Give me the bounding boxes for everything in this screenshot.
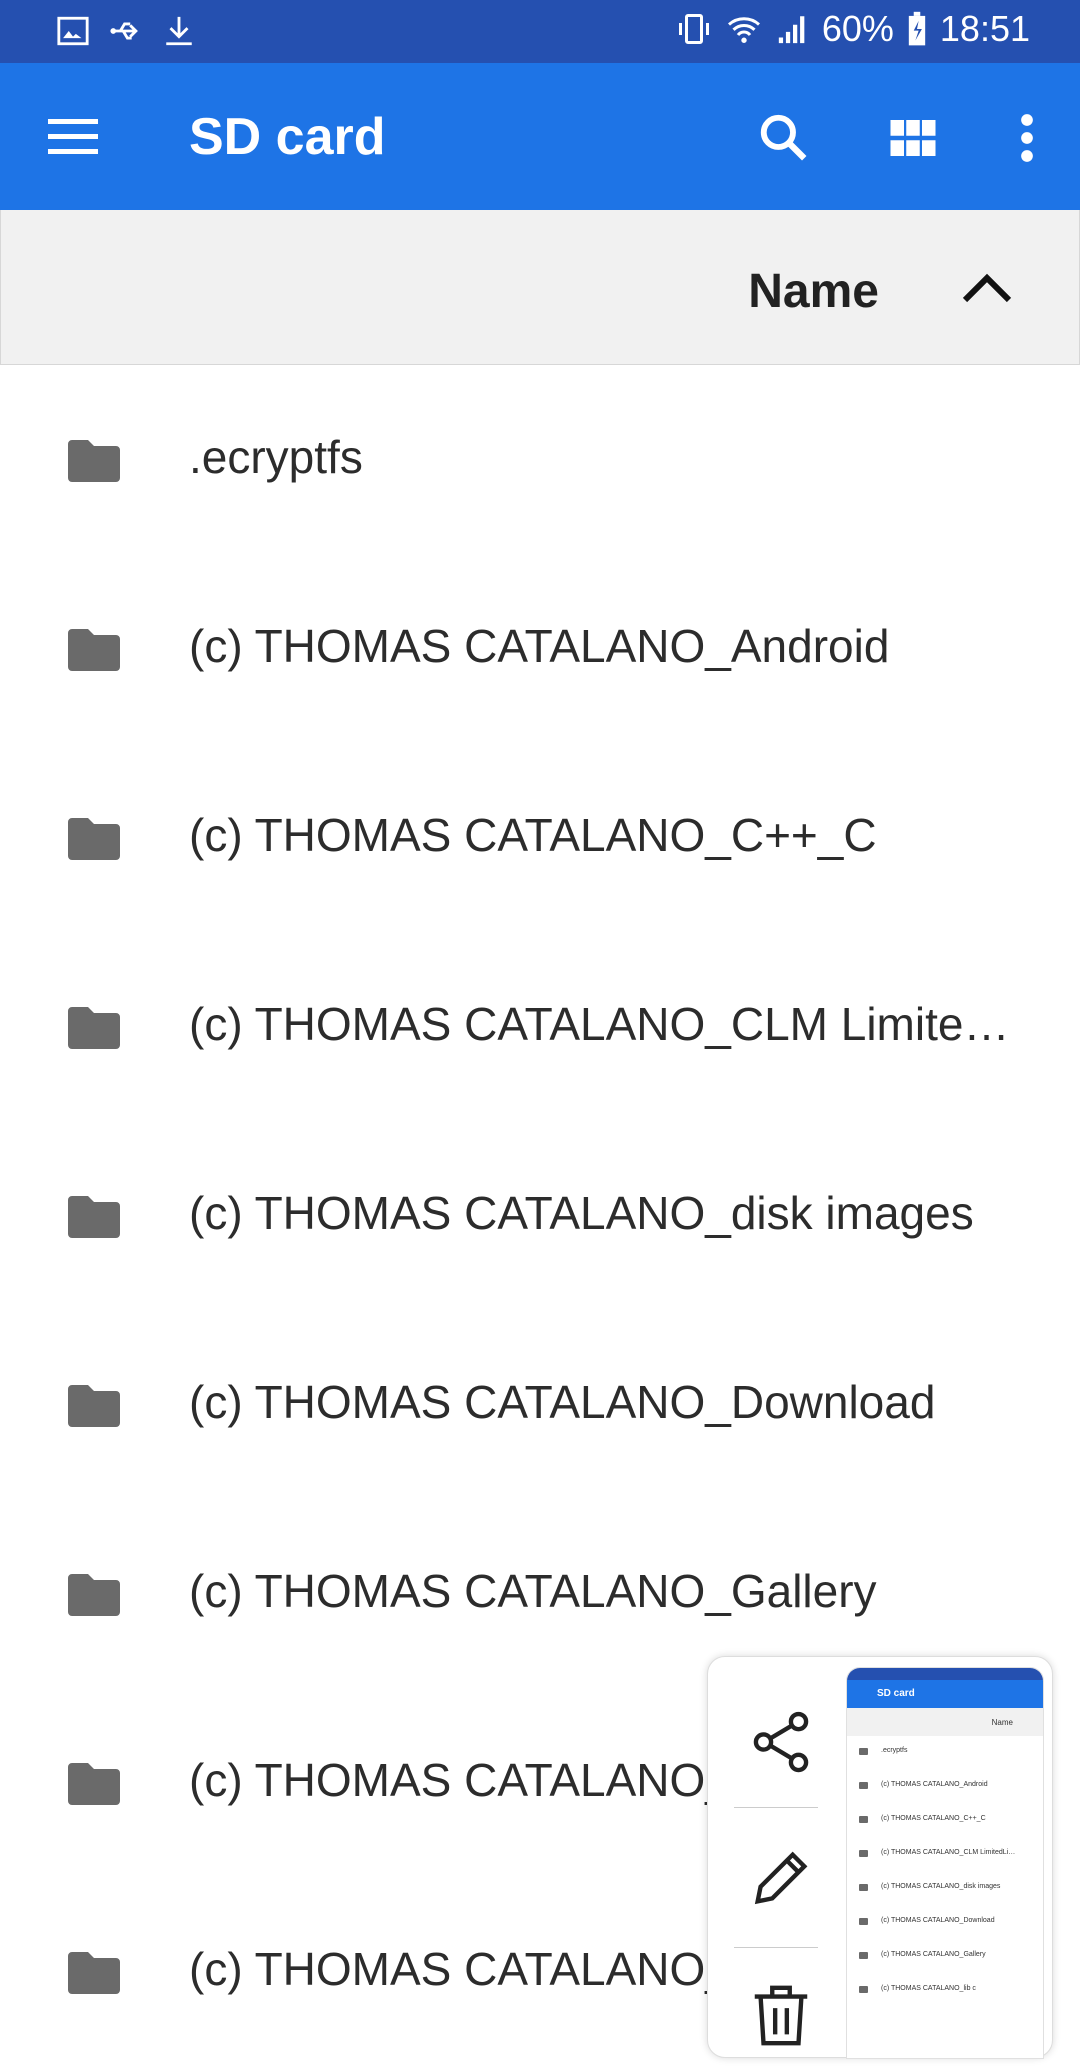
file-name: .ecryptfs [189, 431, 363, 483]
grid-view-icon[interactable] [886, 111, 940, 165]
app-bar: SD card [0, 63, 1080, 210]
thumbnail-row: (c) THOMAS CATALANO_Android [847, 1770, 1043, 1804]
edit-icon[interactable] [746, 1843, 816, 1913]
sort-bar[interactable]: Name [0, 210, 1080, 365]
folder-icon [68, 629, 120, 671]
usb-icon [110, 22, 138, 40]
list-item[interactable]: (c) THOMAS CATALANO_C++_C [0, 746, 1080, 934]
folder-icon [68, 1385, 120, 1427]
thumbnail-row-label: .ecryptfs [881, 1747, 908, 1754]
folder-icon [859, 1952, 868, 1959]
folder-icon [859, 1850, 868, 1857]
thumbnail-row: (c) THOMAS CATALANO_Download [847, 1906, 1043, 1940]
thumbnail-row-label: (c) THOMAS CATALANO_C++_C [881, 1815, 986, 1822]
thumbnail-row-label: (c) THOMAS CATALANO_Android [881, 1781, 988, 1788]
thumbnail-row: (c) THOMAS CATALANO_disk images [847, 1872, 1043, 1906]
file-name: (c) THOMAS CATALANO_ [189, 1754, 731, 1806]
folder-icon [859, 1918, 868, 1925]
file-name: (c) THOMAS CATALANO_ [189, 1943, 731, 1995]
thumbnail-row: (c) THOMAS CATALANO_C++_C [847, 1804, 1043, 1838]
clock: 18:51 [939, 8, 1030, 49]
folder-icon [859, 1782, 868, 1789]
sort-label[interactable]: Name [748, 264, 879, 319]
screenshot-popup: SD card Name .ecryptfs (c) THOMAS CATALA… [707, 1656, 1053, 2059]
thumbnail-row: (c) THOMAS CATALANO_CLM LimitedLi… [847, 1838, 1043, 1872]
file-name: (c) THOMAS CATALANO_disk images [189, 1187, 974, 1239]
thumbnail-row-label: (c) THOMAS CATALANO_Download [881, 1917, 995, 1924]
thumbnail-row: (c) THOMAS CATALANO_Gallery [847, 1940, 1043, 1974]
download-icon [166, 16, 192, 46]
file-name: (c) THOMAS CATALANO_Gallery [189, 1565, 877, 1617]
thumbnail-status-bar [847, 1668, 1043, 1680]
thumbnail-row-label: (c) THOMAS CATALANO_disk images [881, 1883, 1001, 1890]
search-icon[interactable] [757, 111, 811, 165]
list-item[interactable]: (c) THOMAS CATALANO_Android [0, 557, 1080, 745]
divider [734, 1947, 818, 1948]
folder-icon [859, 1986, 868, 1993]
vibrate-icon [678, 14, 709, 44]
thumbnail-row-label: (c) THOMAS CATALANO_lib c [881, 1985, 976, 1992]
folder-icon [859, 1748, 868, 1755]
list-item[interactable]: .ecryptfs [0, 368, 1080, 556]
chevron-up-icon[interactable] [961, 270, 1013, 304]
folder-icon [68, 1007, 120, 1049]
status-bar: 60% 18:51 [0, 0, 1080, 63]
thumbnail-sort-label: Name [991, 1718, 1013, 1727]
list-item[interactable]: (c) THOMAS CATALANO_CLM LimitedLi… [0, 935, 1080, 1123]
folder-icon [859, 1884, 868, 1891]
wifi-icon [727, 17, 760, 43]
thumbnail-title: SD card [877, 1688, 915, 1699]
list-item[interactable]: (c) THOMAS CATALANO_disk images [0, 1124, 1080, 1312]
more-vert-icon[interactable] [1000, 111, 1054, 165]
folder-icon [68, 1574, 120, 1616]
battery-charging-icon [908, 11, 926, 46]
divider [734, 1807, 818, 1808]
folder-icon [68, 818, 120, 860]
folder-icon [68, 1196, 120, 1238]
thumbnail-row: (c) THOMAS CATALANO_lib c [847, 1974, 1043, 2008]
file-name: (c) THOMAS CATALANO_C++_C [189, 809, 877, 861]
image-icon [57, 16, 89, 46]
delete-icon[interactable] [746, 1979, 816, 2049]
thumbnail-row-label: (c) THOMAS CATALANO_Gallery [881, 1951, 986, 1958]
folder-icon [68, 440, 120, 482]
folder-icon [68, 1763, 120, 1805]
list-item[interactable]: (c) THOMAS CATALANO_Download [0, 1313, 1080, 1501]
file-name: (c) THOMAS CATALANO_Android [189, 620, 890, 672]
share-icon[interactable] [746, 1707, 816, 1777]
page-title: SD card [189, 108, 386, 166]
folder-icon [68, 1952, 120, 1994]
menu-icon[interactable] [48, 117, 98, 157]
thumbnail-app-bar: SD card [847, 1680, 1043, 1708]
thumbnail-sort-bar: Name [847, 1708, 1043, 1736]
screenshot-thumbnail[interactable]: SD card Name .ecryptfs (c) THOMAS CATALA… [846, 1667, 1044, 2059]
thumbnail-row: .ecryptfs [847, 1736, 1043, 1770]
thumbnail-row-label: (c) THOMAS CATALANO_CLM LimitedLi… [881, 1849, 1016, 1856]
file-name: (c) THOMAS CATALANO_Download [189, 1376, 936, 1428]
battery-percent: 60% [821, 8, 894, 49]
folder-icon [859, 1816, 868, 1823]
signal-icon [778, 16, 805, 44]
file-name: (c) THOMAS CATALANO_CLM LimitedLi… [189, 998, 1034, 1050]
